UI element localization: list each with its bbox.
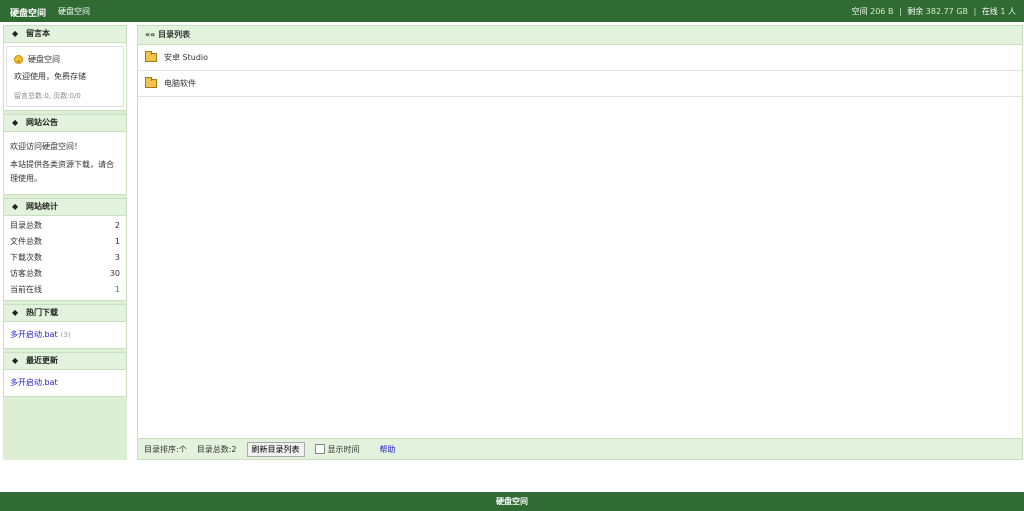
space-stats: 空间 206 B | 剩余 382.77 GB | 在线 1 人 [852, 6, 1016, 17]
site-stats-panel: ◆ 网站统计 目录总数 2 文件总数 1 下载次数 3 访客总数 30 当前在线 [3, 198, 127, 301]
stat-label: 文件总数 [10, 237, 42, 246]
diamond-icon: ◆ [12, 202, 19, 211]
stat-label: 访客总数 [10, 269, 42, 278]
guestbook-name: 硬盘空间 [28, 55, 60, 64]
show-time-label: 显示时间 [327, 444, 360, 454]
footer-text: 硬盘空间 [496, 497, 528, 506]
online-label: 在线 [981, 7, 998, 16]
directory-name[interactable]: 安卓 Studio [164, 52, 208, 63]
stat-value: 1 [114, 237, 120, 246]
stat-row: 访客总数 30 [10, 266, 120, 282]
diamond-icon: ◆ [12, 118, 19, 127]
directory-name[interactable]: 电脑软件 [164, 78, 196, 89]
stat-value: 3 [114, 253, 120, 262]
help-link[interactable]: 帮助 [380, 444, 396, 455]
directory-row[interactable]: 电脑软件 [138, 71, 1022, 97]
stat-row: 当前在线 1 [10, 282, 120, 298]
guestbook-header: ◆ 留言本 [4, 26, 126, 43]
download-count: (3) [60, 331, 71, 339]
site-brand[interactable]: 硬盘空间 [10, 6, 46, 19]
hot-downloads-header: ◆ 热门下载 [4, 305, 126, 322]
show-time-checkbox[interactable] [314, 444, 325, 454]
site-home-link[interactable]: 硬盘空间 [58, 6, 90, 17]
diamond-icon: ◆ [12, 356, 19, 365]
show-time-toggle[interactable]: 显示时间 [314, 444, 360, 455]
notice-title: 网站公告 [25, 118, 58, 127]
stat-row: 下载次数 3 [10, 250, 120, 266]
recent-updates-title: 最近更新 [25, 356, 58, 365]
diamond-icon: ◆ [12, 29, 19, 38]
stats-divider: | [898, 7, 902, 16]
notice-header: ◆ 网站公告 [4, 115, 126, 132]
directory-title: «« 目录列表 [138, 26, 1022, 45]
smiley-icon [14, 55, 23, 64]
top-bar: 硬盘空间 硬盘空间 空间 206 B | 剩余 382.77 GB | 在线 1… [0, 0, 1024, 22]
site-stats-header: ◆ 网站统计 [4, 199, 126, 216]
guestbook-panel: ◆ 留言本 硬盘空间 欢迎使用，免费存储 留言总数:0, 页数:0/0 [3, 25, 127, 111]
stat-row: 目录总数 2 [10, 218, 120, 234]
sort-label: 目录排序:个 [144, 444, 187, 454]
dir-count-label: 目录总数:2 [196, 444, 237, 454]
notice-line: 欢迎访问硬盘空间！ [10, 142, 82, 151]
remain-label: 剩余 [907, 7, 924, 16]
directory-footer: 目录排序:个 目录总数:2 刷新目录列表 显示时间 帮助 [138, 438, 1022, 459]
recent-updates-panel: ◆ 最近更新 多开启动.bat [3, 352, 127, 397]
guestbook-stats: 留言总数:0, 页数:0/0 [14, 92, 81, 100]
site-stats-title: 网站统计 [25, 202, 58, 211]
directory-panel: «« 目录列表 安卓 Studio 电脑软件 目录排序:个 目录总数:2 刷新目… [137, 25, 1023, 460]
folder-icon [145, 51, 157, 62]
online-unit: 人 [1008, 7, 1016, 16]
guestbook-title: 留言本 [25, 29, 50, 38]
hot-downloads-title: 热门下载 [25, 308, 58, 317]
guestbook-message: 欢迎使用，免费存储 [14, 72, 86, 81]
guestbook-entry: 硬盘空间 欢迎使用，免费存储 留言总数:0, 页数:0/0 [6, 46, 124, 107]
space-label: 空间 [851, 7, 868, 16]
recent-update-link[interactable]: 多开启动.bat [10, 378, 58, 387]
refresh-list-button[interactable]: 刷新目录列表 [246, 441, 305, 457]
stat-row: 文件总数 1 [10, 234, 120, 250]
notice-panel: ◆ 网站公告 欢迎访问硬盘空间！ 本站提供各类资源下载，请合理使用。 [3, 114, 127, 195]
diamond-icon: ◆ [12, 308, 19, 317]
recent-updates-header: ◆ 最近更新 [4, 353, 126, 370]
remain-value: 382.77 GB [925, 7, 969, 16]
hot-downloads-panel: ◆ 热门下载 多开启动.bat (3) [3, 304, 127, 349]
folder-icon [145, 77, 157, 88]
stat-label: 当前在线 [10, 285, 42, 294]
hot-download-link[interactable]: 多开启动.bat [10, 330, 58, 339]
footer-bar: 硬盘空间 [0, 492, 1024, 511]
stat-value: 30 [109, 269, 120, 278]
stat-value: 2 [114, 221, 120, 230]
stat-value-online: 1 [114, 285, 120, 294]
online-value: 1 [1000, 7, 1006, 16]
sidebar: ◆ 留言本 硬盘空间 欢迎使用，免费存储 留言总数:0, 页数:0/0 ◆ 网站… [3, 25, 127, 460]
space-value: 206 B [870, 7, 894, 16]
stat-label: 目录总数 [10, 221, 42, 230]
directory-row[interactable]: 安卓 Studio [138, 45, 1022, 71]
notice-line: 本站提供各类资源下载，请合理使用。 [10, 160, 114, 183]
stat-label: 下载次数 [10, 253, 42, 262]
stats-divider: | [973, 7, 977, 16]
